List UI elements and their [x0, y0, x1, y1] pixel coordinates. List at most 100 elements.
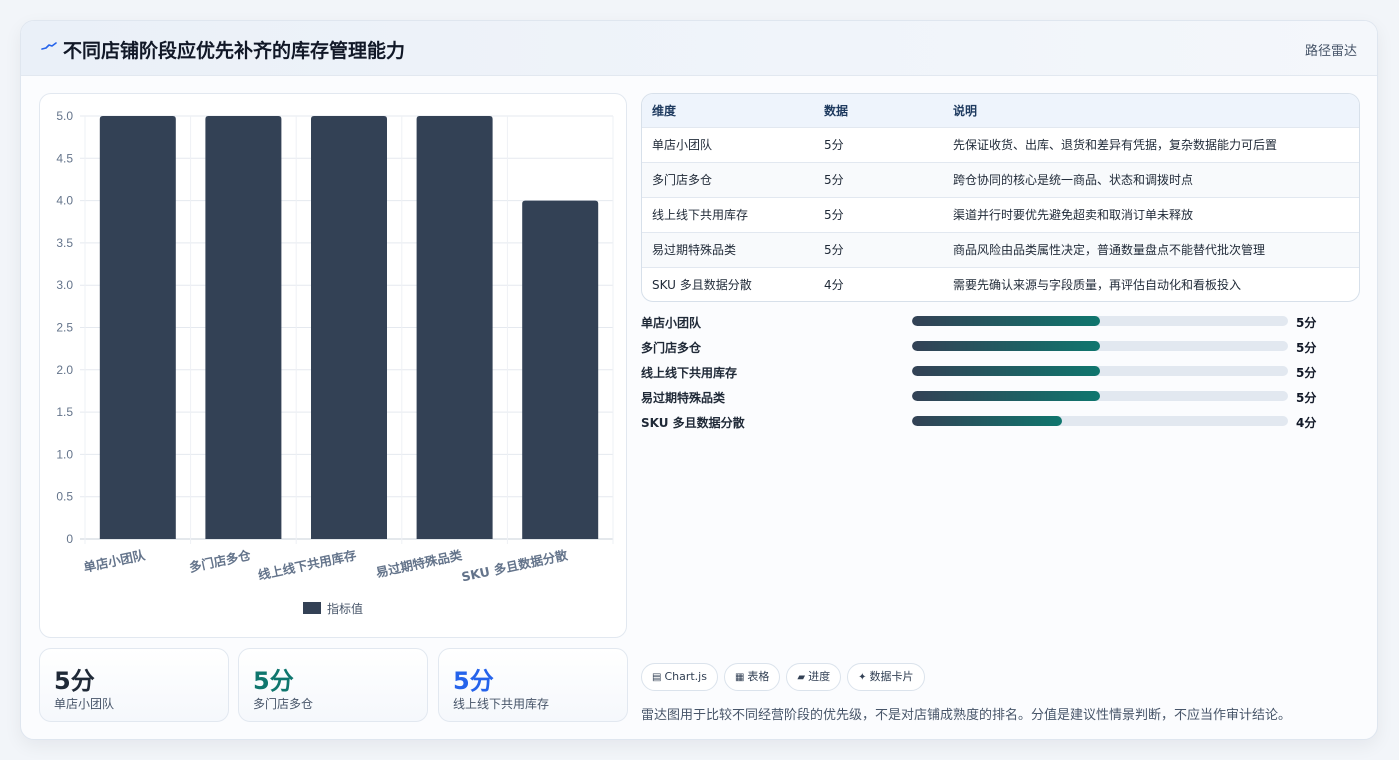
y-tick-label: 2.0 — [56, 363, 73, 377]
stat-label: 线上线下共用库存 — [453, 697, 550, 711]
table-header-cell: 维度 — [652, 103, 677, 118]
y-tick-label: 4.5 — [56, 151, 73, 165]
table-cell: 多门店多仓 — [652, 173, 713, 187]
progress-icon: ▰ — [797, 672, 806, 683]
y-tick-label: 4.0 — [56, 194, 73, 208]
progress-track — [912, 391, 1288, 401]
chip-cards[interactable]: ✦ 数据卡片 — [847, 663, 925, 691]
footnote: 雷达图用于比较不同经营阶段的优先级，不是对店铺成熟度的排名。分值是建议性情景判断… — [641, 708, 1292, 723]
progress-fill — [912, 366, 1100, 376]
table-row: 单店小团队 5分 先保证收货、出库、退货和差异有凭据，复杂数据能力可后置 — [642, 127, 1359, 162]
progress-fill — [912, 416, 1063, 426]
data-table: 维度 数据 说明 单店小团队 5分 先保证收货、出库、退货和差异有凭据，复杂数据… — [642, 94, 1359, 301]
card-header: 不同店铺阶段应优先补齐的库存管理能力 路径雷达 — [21, 21, 1377, 76]
page-title: 不同店铺阶段应优先补齐的库存管理能力 — [63, 40, 406, 62]
progress-row: 易过期特殊品类 5分 — [641, 386, 1341, 411]
x-tick-label: 多门店多仓 — [188, 547, 253, 575]
stat-value: 5分 — [253, 667, 294, 695]
stat-card-2: 5分 多门店多仓 — [238, 648, 428, 722]
bar-chart-panel: 0 0.5 1.0 1.5 2.0 2.5 3.0 3.5 4.0 4.5 5.0 单店小团队 多门店多… — [39, 93, 627, 638]
progress-row: 多门店多仓 5分 — [641, 336, 1341, 361]
main-card: 不同店铺阶段应优先补齐的库存管理能力 路径雷达 0 0.5 1.0 1.5 2.0 2.5… — [20, 20, 1378, 740]
progress-track — [912, 341, 1288, 351]
bar — [522, 200, 599, 539]
table-cell: 易过期特殊品类 — [652, 243, 737, 257]
y-tick-label: 1.0 — [56, 447, 73, 461]
y-tick-label: 2.5 — [56, 321, 73, 335]
progress-label: 易过期特殊品类 — [641, 391, 726, 405]
progress-list: 单店小团队 5分 多门店多仓 5分 线上线下共用库存 5分 易过期特殊品类 5分… — [641, 311, 1341, 436]
bar — [311, 116, 387, 539]
stat-value: 5分 — [453, 667, 494, 695]
table-cell: 4分 — [824, 278, 844, 293]
progress-track — [912, 416, 1288, 426]
y-tick-label: 3.5 — [56, 236, 73, 250]
card-icon: ✦ — [858, 672, 867, 683]
progress-track — [912, 316, 1288, 326]
progress-row: 线上线下共用库存 5分 — [641, 361, 1341, 386]
table-cell: SKU 多且数据分散 — [652, 278, 752, 293]
table-cell: 5分 — [824, 173, 844, 187]
y-tick-label: 0 — [66, 532, 73, 546]
progress-label: 单店小团队 — [641, 316, 702, 330]
stat-label: 多门店多仓 — [253, 697, 314, 711]
chip-label: 表格 — [747, 670, 770, 683]
bar — [416, 116, 493, 539]
table-header-cell: 说明 — [953, 103, 978, 118]
y-tick-label: 0.5 — [56, 490, 73, 504]
progress-label: SKU 多且数据分散 — [641, 416, 745, 430]
chip-chartjs[interactable]: ▤ Chart.js — [641, 663, 718, 691]
x-tick-label: 单店小团队 — [82, 547, 147, 575]
chip-label: 数据卡片 — [869, 670, 914, 683]
legend-label: 指标值 — [327, 601, 363, 616]
stat-label: 单店小团队 — [54, 697, 115, 711]
progress-fill — [912, 341, 1100, 351]
table-cell: 商品风险由品类属性决定，普通数量盘点不能替代批次管理 — [953, 243, 1266, 257]
table-cell: 先保证收货、出库、退货和差异有凭据，复杂数据能力可后置 — [953, 138, 1278, 152]
table-cell: 单店小团队 — [652, 138, 713, 152]
progress-fill — [912, 316, 1100, 326]
progress-fill — [912, 391, 1100, 401]
progress-value: 4分 — [1296, 416, 1317, 430]
bar — [205, 116, 282, 539]
progress-value: 5分 — [1296, 391, 1317, 405]
progress-label: 线上线下共用库存 — [641, 366, 738, 380]
table-cell: 5分 — [824, 243, 844, 257]
stat-card-3: 5分 线上线下共用库存 — [438, 648, 628, 722]
chip-progress[interactable]: ▰ 进度 — [786, 663, 842, 691]
x-tick-label: SKU 多且数据分散 — [460, 547, 569, 584]
data-table-panel: 维度 数据 说明 单店小团队 5分 先保证收货、出库、退货和差异有凭据，复杂数据… — [641, 93, 1360, 302]
table-cell: 渠道并行时要优先避免超卖和取消订单未释放 — [953, 208, 1194, 222]
y-tick-label: 5.0 — [56, 109, 73, 123]
chart-icon: ▤ — [652, 672, 662, 683]
table-row: 易过期特殊品类 5分 商品风险由品类属性决定，普通数量盘点不能替代批次管理 — [642, 232, 1359, 267]
progress-value: 5分 — [1296, 316, 1317, 330]
table-row: 线上线下共用库存 5分 渠道并行时要优先避免超卖和取消订单未释放 — [642, 197, 1359, 232]
x-tick-label: 易过期特殊品类 — [375, 547, 464, 580]
chip-label: 进度 — [808, 670, 831, 683]
y-tick-label: 1.5 — [56, 405, 73, 419]
progress-label: 多门店多仓 — [641, 341, 702, 355]
table-icon: ▦ — [734, 672, 745, 683]
bar — [99, 116, 176, 539]
chip-table[interactable]: ▦ 表格 — [723, 663, 781, 691]
bar-chart: 0 0.5 1.0 1.5 2.0 2.5 3.0 3.5 4.0 4.5 5.0 单店小团队 多门店多… — [56, 109, 614, 616]
table-row: 多门店多仓 5分 跨仓协同的核心是统一商品、状态和调拨时点 — [642, 162, 1359, 197]
legend-swatch — [303, 602, 321, 614]
table-header-row: 维度 数据 说明 — [642, 94, 1359, 127]
table-header-cell: 数据 — [824, 103, 849, 118]
table-cell: 线上线下共用库存 — [652, 208, 749, 222]
progress-value: 5分 — [1296, 341, 1317, 355]
x-tick-label: 线上线下共用库存 — [257, 547, 358, 583]
stat-card-1: 5分 单店小团队 — [39, 648, 229, 722]
table-cell: 跨仓协同的核心是统一商品、状态和调拨时点 — [953, 173, 1194, 187]
table-row: SKU 多且数据分散 4分 需要先确认来源与字段质量，再评估自动化和看板投入 — [642, 267, 1359, 301]
progress-track — [912, 366, 1288, 376]
pulse-icon — [41, 42, 57, 50]
chip-label: Chart.js — [664, 670, 707, 683]
table-cell: 5分 — [824, 138, 844, 152]
stat-value: 5分 — [54, 667, 95, 695]
progress-row: SKU 多且数据分散 4分 — [641, 411, 1341, 436]
progress-value: 5分 — [1296, 366, 1317, 380]
y-tick-label: 3.0 — [56, 278, 73, 292]
